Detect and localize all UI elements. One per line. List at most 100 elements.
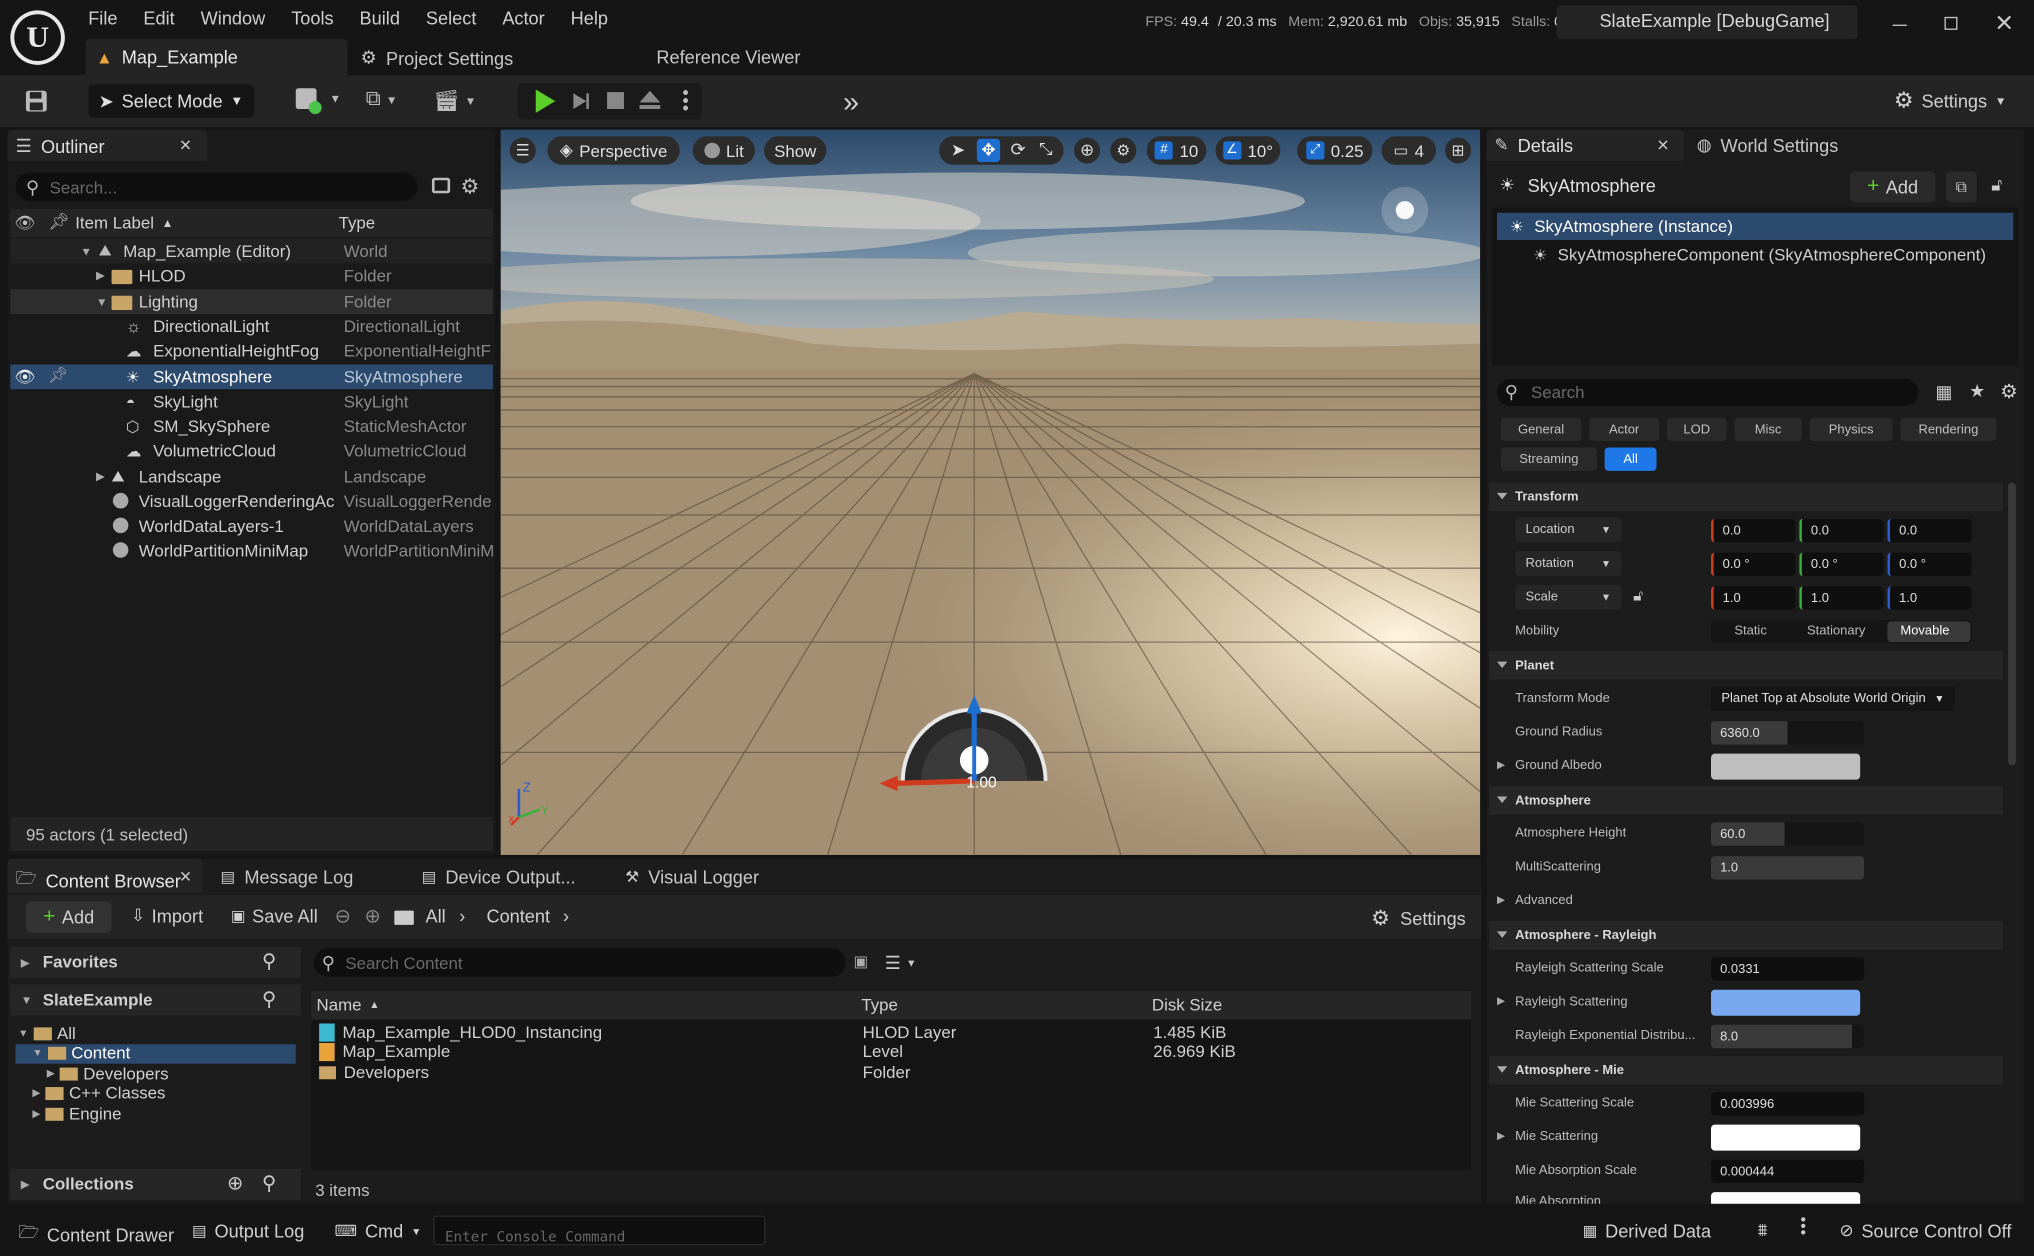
tab-map-example[interactable]: ▲ Map_Example [96,47,238,68]
tab-message-log[interactable]: ▤ Message Log [221,867,354,888]
select-mode-button[interactable]: ➤ Select Mode ▼ [88,84,255,119]
rayleigh-scattering-expand-icon[interactable]: ▶ [1497,995,1505,1007]
table-row[interactable]: Map_Example [319,1042,450,1061]
outliner-row[interactable]: WorldDataLayers-1 WorldDataLayers [10,514,493,539]
play-icon[interactable] [532,88,558,114]
tab-device-output[interactable]: ▤ Device Output... [422,867,576,888]
eject-icon[interactable] [638,90,661,111]
tab-content-browser[interactable]: 🗁︎ Content Browser [16,867,181,896]
outliner-row[interactable]: WorldPartitionMiniMap WorldPartitionMini… [10,538,493,563]
menu-file[interactable]: File [88,8,117,29]
outliner-row[interactable]: ⬡ SM_SkySphere StaticMeshActor [10,414,493,439]
search-icon[interactable]: ⚲ [262,950,276,973]
rotation-x[interactable]: 0.0 ° [1711,552,1796,576]
viewport-menu-icon[interactable]: ☰ [509,137,536,164]
outliner-row[interactable]: ☁ ExponentialHeightFog ExponentialHeight… [10,339,493,364]
save-all-button[interactable]: ▣ Save All [231,905,318,926]
rayleigh-scattering-swatch[interactable] [1711,989,1861,1016]
save-search-icon[interactable]: ▣ [854,952,869,970]
scale-x[interactable]: 1.0 [1711,586,1796,610]
toolbar-settings-button[interactable]: ⚙ Settings ▼ [1894,88,2007,114]
console-input[interactable]: Enter Console Command [433,1215,766,1246]
menu-window[interactable]: Window [201,8,266,29]
pin-icon[interactable]: 📌︎ [48,211,69,232]
perspective-button[interactable]: ◈ Perspective [547,136,680,165]
angle-snap-button[interactable]: ∠ 10° [1215,136,1281,165]
add-collection-icon[interactable]: ⊕ [227,1171,243,1195]
search-icon[interactable]: ⚲ [262,987,276,1010]
select-tool-icon[interactable]: ➤ [951,140,965,161]
filter-misc[interactable]: Misc [1734,417,1802,442]
show-button[interactable]: Show [764,136,827,165]
component-instance-row[interactable]: ☀ SkyAtmosphere (Instance) [1496,212,2014,240]
scale-z[interactable]: 1.0 [1887,586,1972,610]
mobility-movable[interactable]: Movable [1900,624,1949,638]
blueprint-convert-button[interactable]: ⧉ [1945,171,1977,203]
tab-world-settings[interactable]: ◍ World Settings [1697,135,1839,156]
add-actor-button[interactable]: ▼ [295,88,341,115]
col-name[interactable]: Name ▲ [317,995,380,1014]
step-icon[interactable] [571,91,592,112]
crumb-all[interactable]: All [425,905,445,926]
location-z[interactable]: 0.0 [1887,518,1972,543]
mie-scale-field[interactable]: 0.003996 [1711,1092,1865,1116]
location-dropdown[interactable]: Location ▼ [1515,517,1622,543]
trace-icon[interactable]: ⩩ [1758,1219,1768,1241]
import-button[interactable]: ⇩ Import [131,905,203,926]
menu-select[interactable]: Select [426,8,476,29]
advanced-expand-icon[interactable]: ▶ [1497,894,1505,906]
save-icon[interactable] [23,88,49,114]
add-component-button[interactable]: + Add [1849,171,1936,203]
filter-general[interactable]: General [1500,417,1582,442]
rotate-tool-icon[interactable]: ⟳ [1011,139,1026,161]
scale-dropdown[interactable]: Scale ▼ [1515,585,1622,610]
outliner-row[interactable]: VisualLoggerRenderingAc VisualLoggerRend… [10,489,493,514]
back-icon[interactable]: ⊖ [335,904,351,927]
section-atmosphere[interactable]: Atmosphere [1489,786,2003,815]
maximize-icon[interactable] [1944,16,1958,30]
unreal-logo-icon[interactable]: U [10,10,65,65]
rotation-y[interactable]: 0.0 ° [1799,552,1884,576]
tab-details[interactable]: ✎ Details [1494,135,1573,156]
tab-visual-logger[interactable]: ⚒ Visual Logger [625,867,759,888]
component-child-row[interactable]: ☀ SkyAtmosphereComponent (SkyAtmosphereC… [1533,245,1986,264]
ground-albedo-expand-icon[interactable]: ▶ [1497,759,1505,771]
filter-button[interactable]: ☰ ▼ [885,952,917,974]
lit-button[interactable]: Lit [692,136,755,165]
content-settings-button[interactable]: ⚙ Settings [1371,905,1466,931]
menu-tools[interactable]: Tools [291,8,333,29]
tab-project-settings[interactable]: ⚙ Project Settings [361,47,514,69]
outliner-row[interactable]: ▶ ⛰ Landscape Landscape [10,464,493,489]
source-control-button[interactable]: ⊘ Source Control Off [1839,1221,2011,1242]
col-item-label[interactable]: Item Label ▲ [75,213,173,232]
play-options-icon[interactable]: • • • [682,83,688,117]
col-type[interactable]: Type [339,213,376,232]
scale-lock-icon[interactable]: 🔓︎ [1633,586,1643,605]
filter-all[interactable]: All [1604,447,1657,471]
filter-streaming[interactable]: Streaming [1500,447,1597,471]
rotation-z[interactable]: 0.0 ° [1887,552,1972,576]
move-tool-icon[interactable]: ✥ [976,138,1001,163]
tab-reference-viewer[interactable]: Reference Viewer [656,47,800,68]
outliner-row[interactable]: ☼ DirectionalLight DirectionalLight [10,314,493,339]
cinematics-button[interactable]: 🎬︎ ▼ [433,88,476,114]
settings-gear-icon[interactable]: ⚙ [2000,380,2017,403]
folder-icon[interactable] [394,910,414,925]
content-add-button[interactable]: + Add [25,901,112,933]
menu-build[interactable]: Build [360,8,400,29]
mobility-static[interactable]: Static [1734,624,1766,638]
settings-gear-icon[interactable]: ⚙ [461,174,480,200]
tab-outliner[interactable]: ☰ Outliner [16,135,105,157]
section-planet[interactable]: Planet [1489,651,2003,680]
details-search-input[interactable]: ⚲ Search [1496,378,1919,407]
filter-actor[interactable]: Actor [1589,417,1660,442]
minimize-icon[interactable] [1892,24,1907,26]
atmosphere-height-field[interactable]: 60.0 [1711,822,1865,846]
tree-cpp-classes[interactable]: ▶ C++ Classes [32,1083,165,1102]
outliner-row[interactable]: ▶ HLOD Folder [10,263,493,288]
tree-developers[interactable]: ▶ Developers [47,1064,169,1083]
section-mie[interactable]: Atmosphere - Mie [1489,1055,2003,1085]
search-icon[interactable]: ⚲ [262,1171,276,1195]
close-icon[interactable]: ✕ [179,868,192,886]
content-search-input[interactable]: ⚲ Search Content [313,948,846,977]
